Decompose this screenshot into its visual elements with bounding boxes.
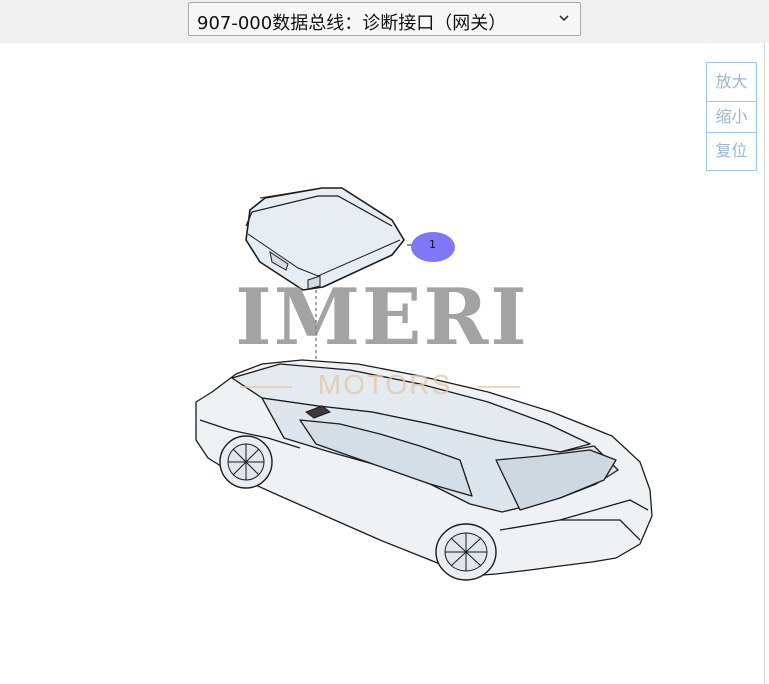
zoom-in-button[interactable]: 放大 bbox=[707, 66, 756, 98]
rear-wheel bbox=[435, 523, 497, 581]
zoom-controls: 放大 缩小 复位 bbox=[706, 62, 757, 171]
callout-number-1: 1 bbox=[429, 238, 436, 251]
front-wheel bbox=[219, 435, 273, 489]
watermark-subtitle: MOTORS bbox=[317, 369, 453, 400]
diagram-select[interactable]: 907-000数据总线：诊断接口（网关） bbox=[188, 2, 581, 36]
zoom-out-button[interactable]: 缩小 bbox=[707, 101, 756, 133]
panel-edge bbox=[764, 43, 765, 684]
top-toolbar: 907-000数据总线：诊断接口（网关） bbox=[0, 0, 769, 43]
chevron-down-icon bbox=[559, 15, 569, 22]
watermark-rule-left bbox=[240, 386, 292, 388]
parts-diagram bbox=[195, 187, 653, 581]
diagram-select-value: 907-000数据总线：诊断接口（网关） bbox=[197, 13, 507, 34]
watermark-logo: IMERI bbox=[235, 272, 529, 363]
zoom-reset-button[interactable]: 复位 bbox=[707, 135, 756, 167]
watermark-rule-right bbox=[478, 386, 520, 388]
